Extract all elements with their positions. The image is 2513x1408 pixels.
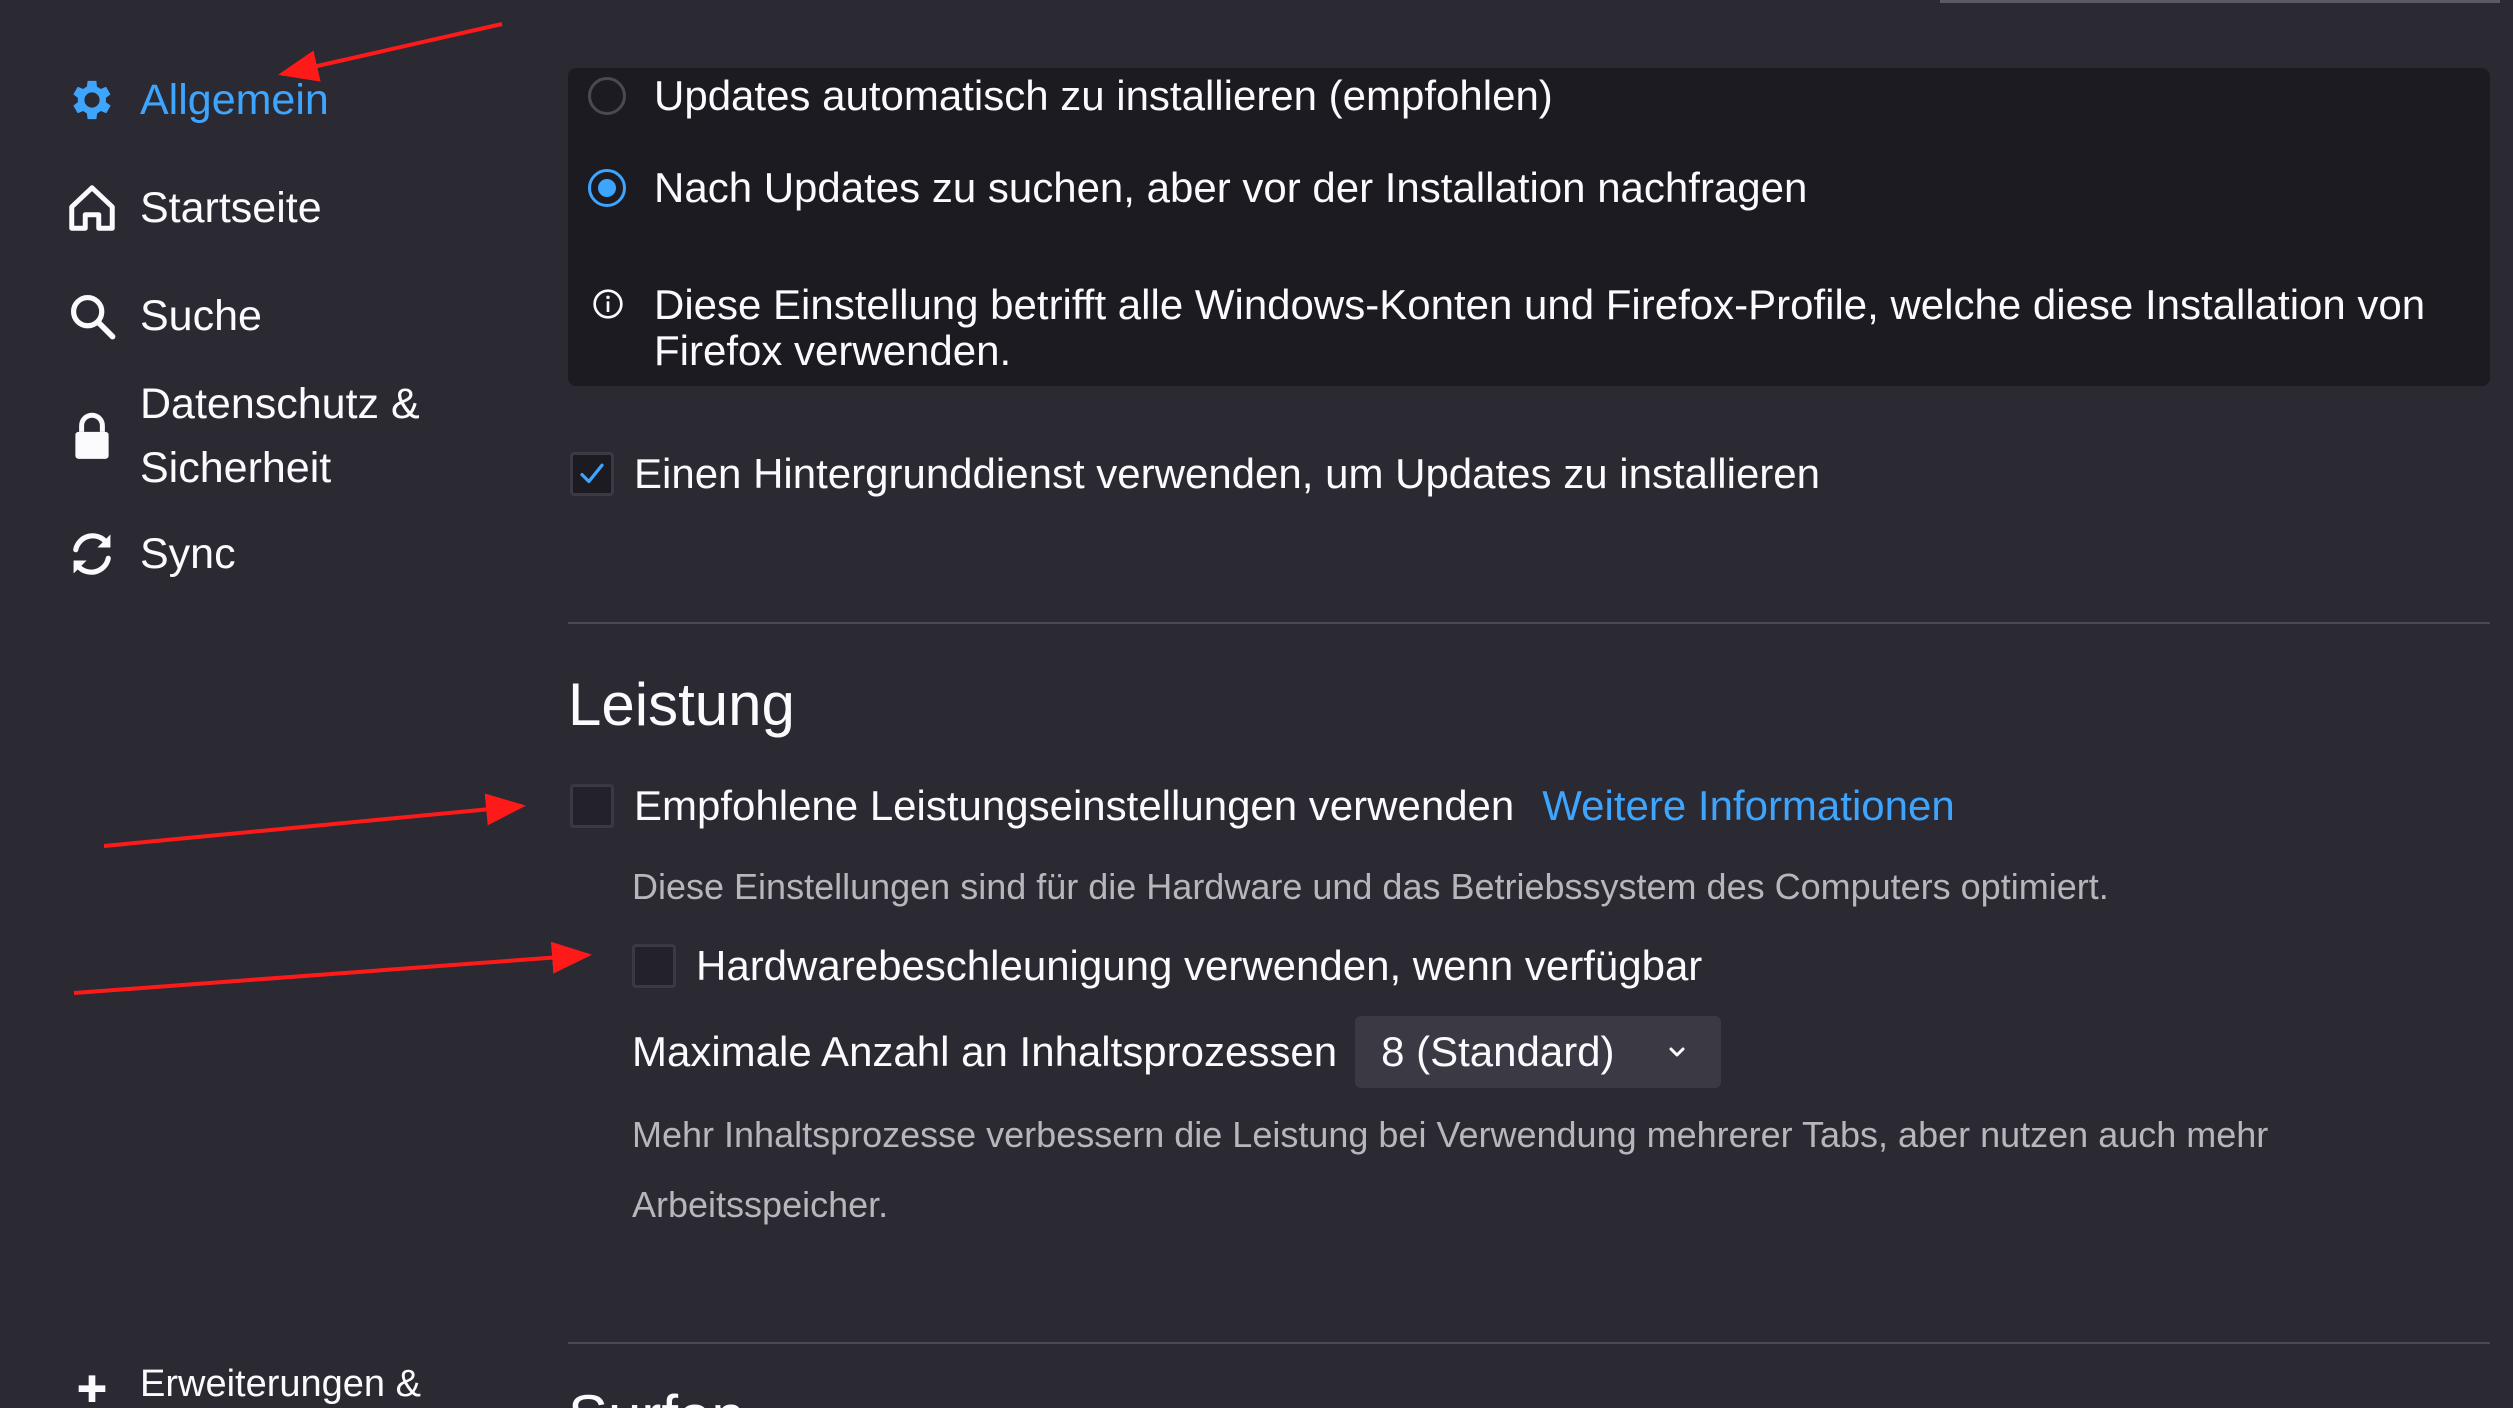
select-value: 8 (Standard): [1381, 1028, 1615, 1075]
radio-button-selected[interactable]: [588, 169, 626, 207]
sidebar-item-label: Allgemein: [140, 76, 329, 124]
checkbox[interactable]: [632, 944, 676, 988]
background-service-option[interactable]: Einen Hintergrunddienst verwenden, um Up…: [570, 450, 1820, 498]
checkbox-label: Empfohlene Leistungseinstellungen verwen…: [634, 782, 1515, 829]
sidebar: Allgemein Startseite Suche Datenschutz &…: [0, 0, 520, 1408]
sidebar-item-label: Startseite: [140, 184, 322, 232]
search-icon: [64, 288, 120, 344]
checkbox[interactable]: [570, 784, 614, 828]
sync-icon: [64, 526, 120, 582]
sidebar-item-privacy[interactable]: Datenschutz & Sicherheit: [64, 372, 500, 500]
checkmark-icon: [580, 463, 604, 484]
puzzle-icon: [64, 1356, 120, 1408]
section-divider: [568, 1342, 2490, 1344]
scroll-indicator[interactable]: [1940, 0, 2500, 3]
sidebar-item-sync[interactable]: Sync: [64, 522, 236, 586]
recommended-performance-option[interactable]: Empfohlene Leistungseinstellungen verwen…: [570, 782, 1955, 830]
sidebar-item-extensions[interactable]: Erweiterungen &: [64, 1352, 421, 1408]
preferences-page: Allgemein Startseite Suche Datenschutz &…: [0, 0, 2513, 1408]
process-description: Mehr Inhaltsprozesse verbessern die Leis…: [632, 1114, 2269, 1225]
info-text: Diese Einstellung betrifft alle Windows-…: [654, 281, 2426, 374]
lock-icon: [64, 408, 120, 464]
learn-more-link[interactable]: Weitere Informationen: [1542, 782, 1954, 830]
section-title-browsing: Surfen: [568, 1382, 745, 1408]
sidebar-item-label: Datenschutz & Sicherheit: [140, 380, 420, 492]
recommended-description: Diese Einstellungen sind für die Hardwar…: [632, 866, 2109, 907]
radio-button[interactable]: [588, 77, 626, 115]
update-info-note: Diese Einstellung betrifft alle Windows-…: [592, 282, 2484, 374]
sidebar-item-label: Sync: [140, 530, 236, 578]
sidebar-item-label: Suche: [140, 292, 262, 340]
sidebar-item-home[interactable]: Startseite: [64, 176, 322, 240]
info-icon: [592, 288, 624, 320]
section-divider: [568, 622, 2490, 624]
checkbox-label: Hardwarebeschleunigung verwenden, wenn v…: [696, 942, 1703, 989]
sidebar-item-general[interactable]: Allgemein: [64, 68, 329, 132]
sidebar-item-label: Erweiterungen &: [140, 1363, 421, 1405]
chevron-down-icon: [1669, 1047, 1685, 1057]
checkbox-checked[interactable]: [570, 452, 614, 496]
radio-label: Nach Updates zu suchen, aber vor der Ins…: [654, 164, 1808, 211]
checkbox-label: Einen Hintergrunddienst verwenden, um Up…: [634, 450, 1821, 497]
section-title-performance: Leistung: [568, 671, 795, 738]
process-limit-label: Maximale Anzahl an Inhaltsprozessen: [632, 1028, 1338, 1075]
content-process-setting: Maximale Anzahl an Inhaltsprozessen 8 (S…: [632, 1016, 1722, 1088]
radio-label: Updates automatisch zu installieren (emp…: [654, 72, 1553, 119]
radio-auto-install[interactable]: Updates automatisch zu installieren (emp…: [588, 72, 1553, 120]
sidebar-item-search[interactable]: Suche: [64, 284, 262, 348]
radio-ask-before-install[interactable]: Nach Updates zu suchen, aber vor der Ins…: [588, 164, 1807, 212]
process-limit-select[interactable]: 8 (Standard): [1355, 1016, 1722, 1088]
hardware-acceleration-option[interactable]: Hardwarebeschleunigung verwenden, wenn v…: [632, 942, 1702, 990]
gear-icon: [64, 72, 120, 128]
home-icon: [64, 180, 120, 236]
